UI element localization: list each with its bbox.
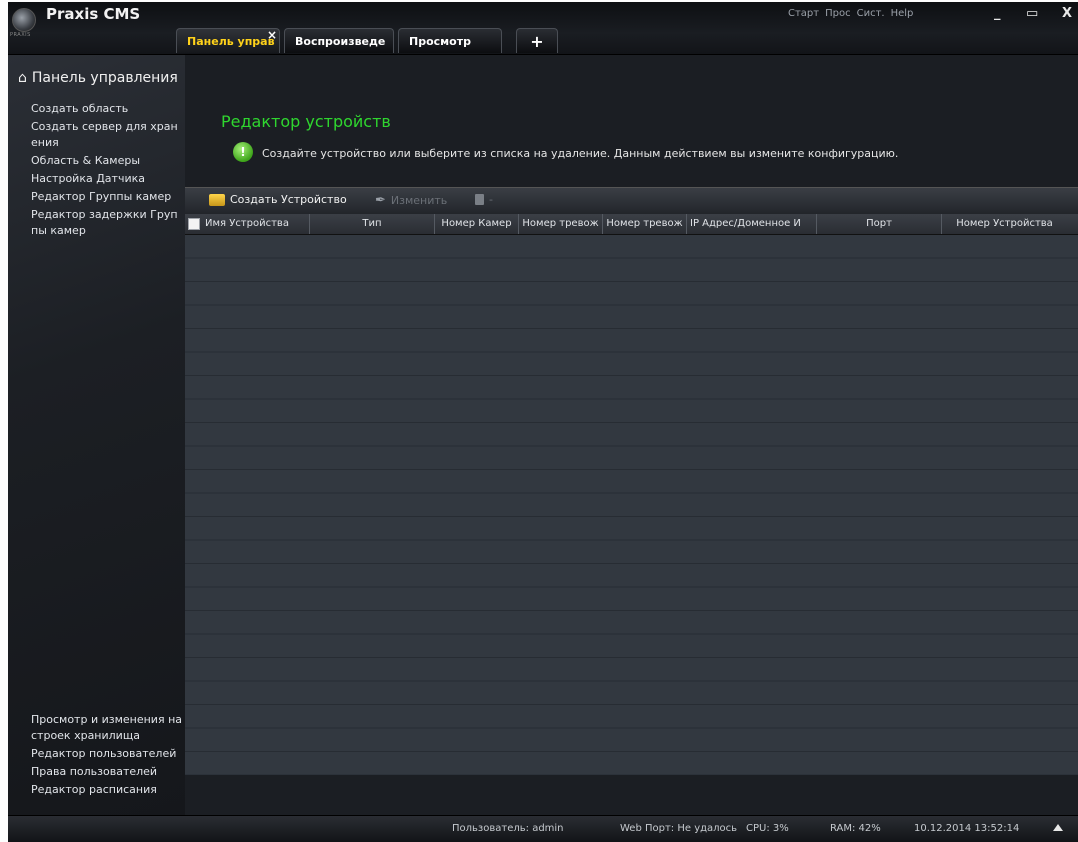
sidebar: ⌂ Панель управления Создать область Созда… (8, 55, 185, 815)
status-web-port: Web Порт: Не удалось (620, 823, 738, 834)
status-user: Пользователь: admin (452, 823, 564, 834)
column-camera-number[interactable]: Номер Камер (435, 214, 519, 234)
add-device-icon (209, 193, 225, 206)
delete-icon (475, 194, 484, 205)
app-logo-icon (12, 8, 36, 32)
sidebar-item-create-storage-server[interactable]: Создать сервер для хранения (31, 119, 183, 151)
delete-button[interactable]: - (475, 193, 493, 206)
sidebar-item-camera-group-editor[interactable]: Редактор Группы камер (31, 189, 183, 205)
page-title: Редактор устройств (221, 112, 391, 131)
tab-label: Панель управ (187, 34, 275, 48)
top-menu: Старт Прос Сист. Help (788, 8, 913, 19)
menu-item-system[interactable]: Сист. (857, 8, 885, 19)
edit-icon: ✒ (375, 193, 386, 208)
sidebar-nav: Создать область Создать сервер для хране… (31, 101, 183, 241)
menu-item-start[interactable]: Старт (788, 8, 819, 19)
app-window: PRAXIS Praxis CMS Панель управ × Воспрои… (8, 2, 1078, 842)
sidebar-item-storage-settings[interactable]: Просмотр и изменения настроек хранилища (31, 712, 186, 744)
tab-label: Просмотр (409, 34, 471, 48)
select-all-checkbox[interactable] (188, 218, 200, 230)
sidebar-item-area-cameras[interactable]: Область & Камеры (31, 153, 183, 169)
minimize-icon[interactable]: _ (994, 6, 1001, 21)
tab-bar: Панель управ × Воспроизведе Просмотр + (176, 28, 562, 54)
sidebar-nav-bottom: Просмотр и изменения настроек хранилища … (31, 712, 186, 800)
column-type[interactable]: Тип (310, 214, 435, 234)
edit-button[interactable]: ✒ Изменить (375, 193, 447, 208)
add-tab-icon[interactable]: + (516, 28, 558, 53)
home-icon: ⌂ (18, 70, 27, 86)
device-table-body[interactable] (185, 235, 1078, 775)
sidebar-item-sensor-settings[interactable]: Настройка Датчика (31, 171, 183, 187)
column-port[interactable]: Порт (817, 214, 942, 234)
status-ram: RAM: 42% (830, 823, 881, 834)
sidebar-item-group-delay-editor[interactable]: Редактор задержки Группы камер (31, 207, 183, 239)
main-panel: Редактор устройств ! Создайте устройство… (185, 55, 1078, 815)
column-ip-address[interactable]: IP Адрес/Доменное И (687, 214, 817, 234)
sidebar-header: ⌂ Панель управления (18, 70, 178, 86)
column-alarm-in[interactable]: Номер тревож (519, 214, 603, 234)
sidebar-title: Панель управления (31, 70, 178, 86)
close-icon[interactable]: × (267, 28, 277, 42)
tab-control-panel[interactable]: Панель управ × (176, 28, 280, 53)
column-label: Имя Устройства (205, 218, 289, 229)
column-device-name[interactable]: Имя Устройства (185, 214, 310, 234)
maximize-icon[interactable]: ▭ (1026, 6, 1038, 21)
title-bar: PRAXIS Praxis CMS Панель управ × Воспрои… (8, 2, 1078, 55)
expand-arrow-icon[interactable] (1053, 824, 1063, 831)
edit-label: Изменить (390, 194, 448, 207)
column-alarm-out[interactable]: Номер тревож (603, 214, 687, 234)
main-footer (185, 775, 1078, 815)
delete-label: - (489, 193, 493, 206)
sidebar-item-user-editor[interactable]: Редактор пользователей (31, 746, 186, 762)
menu-item-view[interactable]: Прос (825, 8, 850, 19)
create-device-button[interactable]: Создать Устройство (209, 193, 347, 206)
sidebar-item-create-area[interactable]: Создать область (31, 101, 183, 117)
table-header: Имя Устройства Тип Номер Камер Номер тре… (185, 214, 1078, 235)
logo-text: PRAXIS (10, 32, 31, 38)
toolbar: Создать Устройство ✒ Изменить - (185, 187, 1078, 214)
create-device-label: Создать Устройство (230, 193, 347, 206)
app-title: Praxis CMS (46, 5, 141, 23)
column-device-number[interactable]: Номер Устройства (942, 214, 1067, 234)
menu-item-help[interactable]: Help (891, 8, 914, 19)
status-cpu: CPU: 3% (746, 823, 789, 834)
status-datetime: 10.12.2014 13:52:14 (914, 823, 1020, 834)
tab-label: Воспроизведе (295, 34, 386, 48)
close-window-icon[interactable]: X (1062, 6, 1072, 21)
sidebar-item-user-rights[interactable]: Права пользователей (31, 764, 186, 780)
status-bar: Пользователь: admin Web Порт: Не удалось… (8, 815, 1078, 842)
tab-view[interactable]: Просмотр (398, 28, 502, 53)
sidebar-item-schedule-editor[interactable]: Редактор расписания (31, 782, 186, 798)
info-icon: ! (233, 142, 253, 162)
tab-playback[interactable]: Воспроизведе (284, 28, 394, 53)
info-text: Создайте устройство или выберите из спис… (262, 147, 899, 160)
